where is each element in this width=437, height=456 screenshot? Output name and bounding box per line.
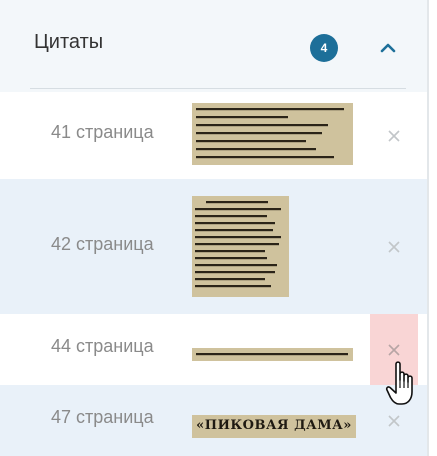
quote-clipping-image[interactable] (192, 103, 353, 165)
clip-caption: «ПИКОВАЯ ДАМА» (196, 418, 352, 433)
remove-quote-button[interactable] (370, 179, 418, 314)
quote-item: 42 страница (0, 179, 428, 314)
quotes-panel: Цитаты 4 41 страница 42 страница 44 стра… (0, 0, 437, 456)
panel-title: Цитаты (34, 31, 104, 53)
quote-page-label: 41 страница (51, 122, 154, 142)
close-icon (388, 240, 400, 253)
header-divider (30, 88, 406, 89)
close-icon (388, 414, 400, 427)
chevron-up-icon[interactable] (376, 36, 400, 60)
quote-page-label: 47 страница (51, 407, 154, 427)
panel-header: Цитаты 4 (0, 0, 428, 92)
quote-page-label: 42 страница (51, 234, 154, 254)
quote-clipping-image[interactable]: «ПИКОВАЯ ДАМА» (192, 415, 356, 438)
quote-item: 47 страница «ПИКОВАЯ ДАМА» (0, 385, 428, 456)
quote-clipping-image[interactable] (192, 196, 289, 297)
panel-right-border (427, 0, 429, 456)
close-icon (388, 343, 400, 356)
quote-page-label: 44 страница (51, 336, 154, 356)
count-badge: 4 (310, 34, 338, 62)
quote-clipping-image[interactable] (192, 348, 353, 361)
close-icon (388, 129, 400, 142)
quote-item: 41 страница (0, 92, 428, 179)
hand-cursor-icon (385, 361, 413, 405)
remove-quote-button[interactable] (370, 92, 418, 179)
quote-item: 44 страница (0, 314, 428, 385)
